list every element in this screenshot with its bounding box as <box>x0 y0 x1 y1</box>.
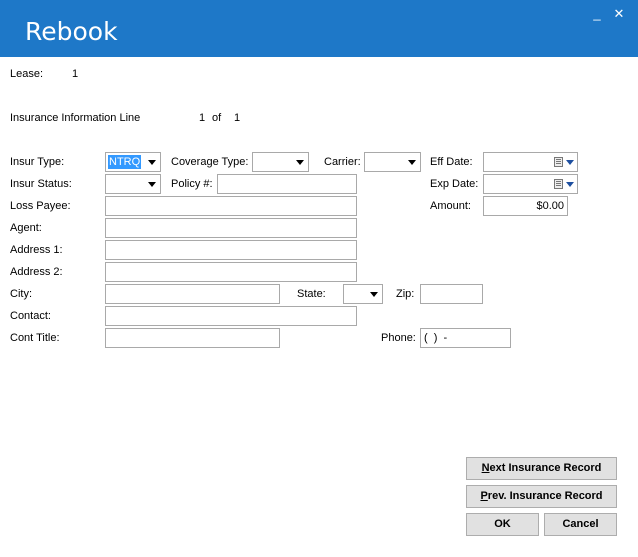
exp-date-picker[interactable] <box>483 174 578 194</box>
eff-date-label: Eff Date: <box>430 156 473 168</box>
exp-date-label: Exp Date: <box>430 178 479 190</box>
chevron-down-icon <box>148 182 156 187</box>
close-icon[interactable]: ✕ <box>610 6 628 22</box>
chevron-down-icon <box>370 292 378 297</box>
next-insurance-record-button[interactable]: Next Insurance Record <box>466 457 617 480</box>
zip-label: Zip: <box>396 288 415 300</box>
info-line-current: 1 <box>199 112 206 124</box>
address2-label: Address 2: <box>10 266 63 278</box>
coverage-type-label: Coverage Type: <box>171 156 249 168</box>
address1-input[interactable] <box>105 240 357 260</box>
ok-button[interactable]: OK <box>466 513 539 536</box>
state-label: State: <box>297 288 326 300</box>
address2-input[interactable] <box>105 262 357 282</box>
next-button-mnemonic: N <box>481 462 490 474</box>
calendar-icon[interactable] <box>554 179 563 189</box>
prev-button-mnemonic: P <box>480 490 488 502</box>
amount-input[interactable]: $0.00 <box>483 196 568 216</box>
cont-title-input[interactable] <box>105 328 280 348</box>
insur-status-select[interactable] <box>105 174 161 194</box>
policy-input[interactable] <box>217 174 357 194</box>
next-button-label: ext Insurance Record <box>489 462 602 474</box>
insur-status-value <box>108 177 110 191</box>
amount-label: Amount: <box>430 200 471 212</box>
info-line-label: Insurance Information Line <box>10 112 141 124</box>
state-select[interactable] <box>343 284 383 304</box>
calendar-icon[interactable] <box>554 157 563 167</box>
chevron-down-icon[interactable] <box>566 182 574 187</box>
coverage-type-select[interactable] <box>252 152 309 172</box>
eff-date-picker[interactable] <box>483 152 578 172</box>
title-bar: Rebook _ ✕ <box>0 0 638 57</box>
prev-insurance-record-button[interactable]: Prev. Insurance Record <box>466 485 617 508</box>
phone-label: Phone: <box>381 332 416 344</box>
carrier-select[interactable] <box>364 152 421 172</box>
carrier-value <box>367 155 369 169</box>
city-input[interactable] <box>105 284 280 304</box>
address1-label: Address 1: <box>10 244 63 256</box>
policy-label: Policy #: <box>171 178 213 190</box>
contact-input[interactable] <box>105 306 357 326</box>
phone-input[interactable]: ( ) - <box>420 328 511 348</box>
insur-type-value: NTRQ <box>108 155 142 169</box>
state-value <box>346 287 348 301</box>
info-line-total: 1 <box>234 112 241 124</box>
insur-type-select[interactable]: NTRQ <box>105 152 161 172</box>
agent-input[interactable] <box>105 218 357 238</box>
insur-type-label: Insur Type: <box>10 156 65 168</box>
cont-title-label: Cont Title: <box>10 332 60 344</box>
window-title: Rebook <box>25 17 118 46</box>
zip-input[interactable] <box>420 284 483 304</box>
chevron-down-icon <box>296 160 304 165</box>
city-label: City: <box>10 288 32 300</box>
coverage-type-value <box>255 155 257 169</box>
chevron-down-icon <box>408 160 416 165</box>
chevron-down-icon[interactable] <box>566 160 574 165</box>
cancel-button[interactable]: Cancel <box>544 513 617 536</box>
loss-payee-input[interactable] <box>105 196 357 216</box>
lease-value: 1 <box>72 68 79 80</box>
info-line-of: of <box>212 112 222 124</box>
lease-label: Lease: <box>10 68 44 80</box>
insur-status-label: Insur Status: <box>10 178 72 190</box>
chevron-down-icon <box>148 160 156 165</box>
agent-label: Agent: <box>10 222 42 234</box>
loss-payee-label: Loss Payee: <box>10 200 71 212</box>
prev-button-label: rev. Insurance Record <box>487 490 603 502</box>
carrier-label: Carrier: <box>324 156 361 168</box>
contact-label: Contact: <box>10 310 51 322</box>
minimize-icon[interactable]: _ <box>588 6 606 22</box>
